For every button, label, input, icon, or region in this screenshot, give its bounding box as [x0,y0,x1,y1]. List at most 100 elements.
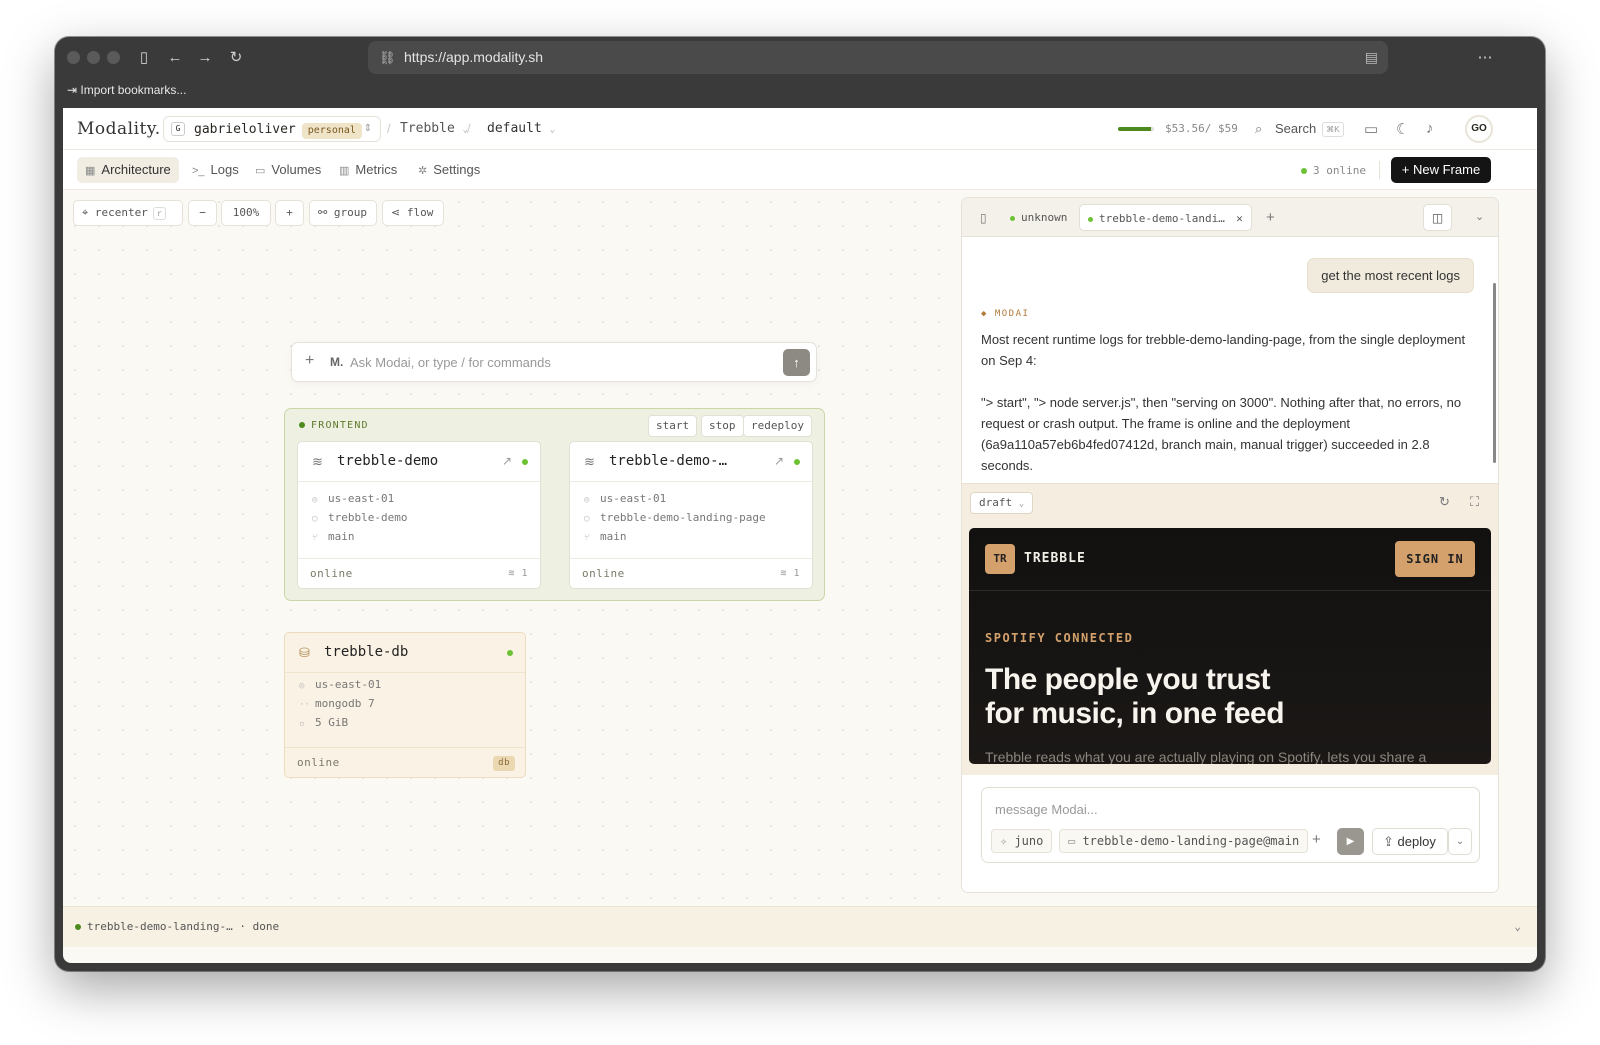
model-chip[interactable]: ✧ juno [991,829,1053,853]
maximize-window-icon[interactable] [107,51,120,64]
message-box[interactable]: message Modai... ✧ juno ▭ trebble-demo-l… [981,787,1480,863]
tab-unknown[interactable]: unknown [1002,204,1075,231]
url-text: https://app.modality.sh [404,49,544,65]
branch-value: main [600,530,627,543]
external-link-icon[interactable]: ↗ [502,454,512,468]
user-avatar[interactable]: GO [1465,115,1493,143]
search-icon: ⌕ [1255,121,1263,136]
import-bookmarks-label: Import bookmarks... [80,83,187,97]
app-logo[interactable]: Modality. [77,119,161,139]
chat-scrollbar[interactable] [1493,283,1496,463]
zoom-in-button[interactable]: + [275,200,304,226]
usage-bar-fill [1118,127,1151,131]
tab-metrics[interactable]: ▥ Metrics [331,157,405,183]
upload-icon: ⇪ [1383,834,1398,849]
breadcrumb-separator: / [467,121,471,136]
close-window-icon[interactable] [67,51,80,64]
layers-icon: ≋ [780,568,794,579]
sidebar-toggle-icon[interactable]: ▯ [134,48,154,68]
site-preview[interactable]: TR TREBBLE SIGN IN SPOTIFY CONNECTED The… [969,528,1491,764]
context-chip[interactable]: ▭ trebble-demo-landing-page@main [1059,829,1309,853]
tab-architecture[interactable]: ▦ Architecture [77,157,179,183]
size-value: 5 GiB [315,716,349,729]
zoom-out-button[interactable]: − [188,200,217,226]
flow-button[interactable]: ⋖ flow [382,200,444,226]
bell-icon[interactable]: ♪ [1426,120,1434,137]
calendar-icon: ▭ [1068,834,1083,848]
project-selector[interactable]: Trebble ⌄ [400,121,468,136]
chat-icon[interactable]: ▭ [1364,120,1378,138]
address-bar[interactable]: ⛓ https://app.modality.sh ▤ [368,41,1388,74]
refresh-icon[interactable]: ↻ [1439,494,1450,510]
database-card-trebble-db[interactable]: ⛁ trebble-db ◎ us-east-01 ·· mongodb 7 ▫ 5 … [284,632,526,778]
close-icon[interactable]: ✕ [1236,205,1243,232]
tab-trebble-demo-landing[interactable]: trebble-demo-landi… ✕ [1079,204,1252,231]
reader-view-icon[interactable]: ▤ [1365,41,1378,74]
add-tab-icon[interactable]: + [1258,204,1283,231]
service-card-trebble-demo-landing-page[interactable]: ≋ trebble-demo-… ↗ ◎ us-east-01 ◯ trebble-… [569,441,813,589]
link-icon: ⛓ [379,50,396,65]
send-arrow-icon[interactable]: ↑ [783,349,810,376]
service-branch: ⑂ main [312,530,355,543]
message-input[interactable]: message Modai... [995,802,1098,817]
org-plan-badge: personal [301,123,362,139]
back-arrow-icon[interactable]: ← [165,48,185,68]
new-frame-button[interactable]: + New Frame [1391,157,1491,183]
search-button[interactable]: ⌕ Search ⌘K [1251,118,1347,140]
database-footer: online db [285,747,525,777]
usage-text: $53.56/ $59 [1165,122,1238,135]
globe-icon: ◎ [299,681,305,691]
environment-name: default [487,121,542,136]
panel-toggle-icon[interactable]: ▯ [972,205,995,232]
recenter-button[interactable]: ⌖ recenter r [73,200,183,226]
online-count: 3 online [1313,164,1366,177]
service-name: trebble-demo [337,453,439,469]
add-context-icon[interactable]: + [1312,831,1321,848]
composer: message Modai... ✧ juno ▭ trebble-demo-l… [962,775,1498,892]
tab-volumes[interactable]: ▭ Volumes [247,157,329,183]
draft-selector[interactable]: draft ⌄ [970,492,1034,514]
database-size: ▫ 5 GiB [299,716,348,729]
draft-label: draft [979,496,1013,509]
online-status: 3 online [1301,164,1366,177]
architecture-canvas[interactable]: ⌖ recenter r − 100% + ⚯ group ⋖ flow + M.… [63,190,958,906]
chevron-down-icon[interactable]: ⌄ [1467,204,1492,231]
send-button[interactable]: ▶ [1337,828,1364,855]
service-card-trebble-demo[interactable]: ≋ trebble-demo ↗ ◎ us-east-01 ◯ trebble-de… [297,441,541,589]
redeploy-button[interactable]: redeploy [743,415,812,437]
group-button[interactable]: ⚯ group [309,200,377,226]
chevron-down-icon[interactable]: ⌄ [1514,907,1521,946]
external-link-icon[interactable]: ↗ [774,454,784,468]
region-value: us-east-01 [328,492,395,505]
import-bookmarks-link[interactable]: ⇥ Import bookmarks... [67,83,186,97]
divider [969,590,1491,591]
frontend-group[interactable]: FRONTEND start stop redeploy ≋ trebble-d… [284,408,825,601]
ask-modai-bar[interactable]: + M. Ask Modai, or type / for commands ↑ [291,342,817,382]
assistant-paragraph: "> start", "> node server.js", then "ser… [981,395,1462,473]
minimize-window-icon[interactable] [87,51,100,64]
moon-icon[interactable]: ☾ [1396,120,1409,138]
reload-icon[interactable]: ↻ [226,48,246,68]
more-options-icon[interactable]: ⋯ [1475,48,1495,68]
start-button[interactable]: start [648,415,698,437]
forward-arrow-icon[interactable]: → [195,48,215,68]
deploy-button[interactable]: ⇪ deploy [1372,828,1448,855]
status-dot [794,459,800,465]
tab-settings[interactable]: ✲ Settings [410,157,488,183]
status-bar[interactable]: trebble-demo-landing-… · done ⌄ [63,906,1537,947]
browser-window: ▯ ← → ↻ ⛓ https://app.modality.sh ▤ ⋯ ⇥ … [55,37,1545,971]
database-name: trebble-db [324,644,409,660]
bar-chart-icon: ▥ [339,165,350,177]
split-view-icon[interactable]: ◫ [1423,204,1452,231]
plus-icon[interactable]: + [305,352,314,370]
sign-in-button[interactable]: SIGN IN [1395,541,1475,577]
tab-logs[interactable]: >_ Logs [184,157,247,183]
deploy-options-button[interactable]: ⌄ [1448,828,1472,855]
environment-selector[interactable]: default ⌄ [487,121,555,136]
stop-button[interactable]: stop [701,415,744,437]
ask-modai-placeholder[interactable]: Ask Modai, or type / for commands [350,355,551,370]
fullscreen-icon[interactable]: ⛶ [1470,494,1479,510]
chat-thread[interactable]: get the most recent logs ◆ MODAI Most re… [962,238,1498,483]
chevron-down-icon: ⌄ [1018,499,1025,509]
org-selector[interactable]: G gabrieloliver personal ⇕ [163,116,381,142]
